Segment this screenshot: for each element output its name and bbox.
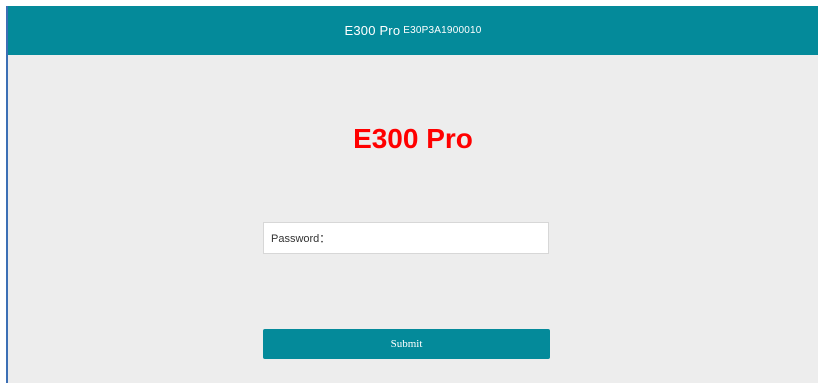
login-window: E300 Pro E30P3A1900010 E300 Pro Password… — [6, 6, 818, 383]
header-title: E300 Pro — [344, 23, 401, 38]
password-field[interactable]: Password： — [263, 222, 549, 254]
brand-title: E300 Pro — [353, 123, 473, 154]
password-label: Password： — [271, 233, 331, 245]
header-serial: E30P3A1900010 — [403, 25, 482, 36]
submit-button[interactable]: Submit — [263, 329, 550, 359]
password-input[interactable] — [330, 226, 548, 250]
header-bar: E300 Pro E30P3A1900010 — [8, 6, 818, 55]
